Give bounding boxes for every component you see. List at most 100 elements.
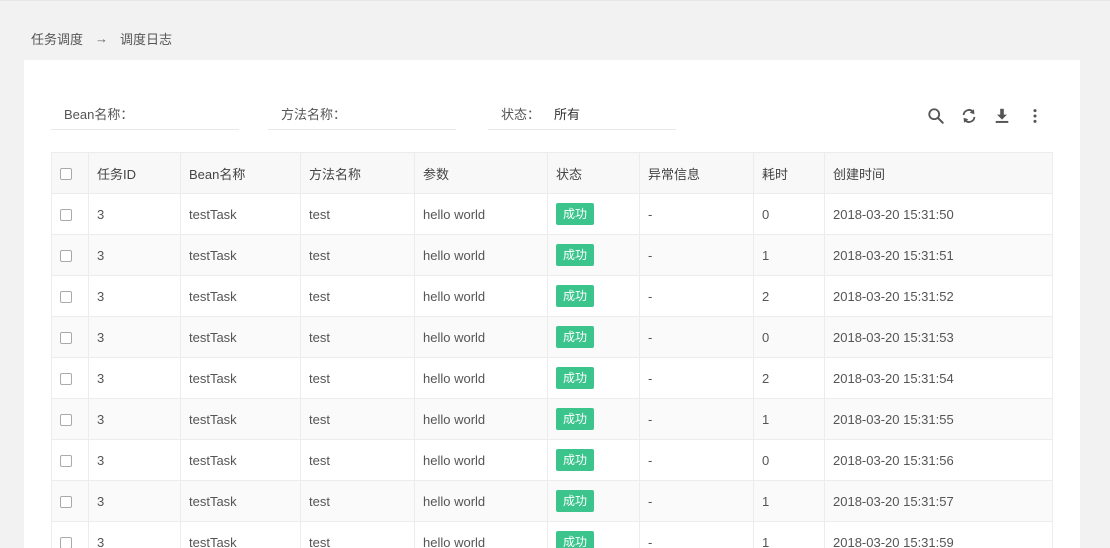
cell-params: hello world — [414, 234, 548, 276]
cell-created: 2018-03-20 15:31:52 — [824, 275, 1053, 317]
cell-method: test — [300, 521, 415, 548]
status-badge: 成功 — [556, 490, 595, 512]
bean-name-filter[interactable]: Bean名称： — [51, 98, 239, 130]
cell-method: test — [300, 398, 415, 440]
cell-status: 成功 — [547, 193, 640, 235]
row-checkbox[interactable] — [60, 209, 72, 222]
content-card: Bean名称： 方法名称： 状态： 所有 任务ID Bean名称 方法名称 参数… — [24, 60, 1080, 548]
status-badge: 成功 — [556, 449, 595, 471]
cell-method: test — [300, 357, 415, 399]
row-checkbox[interactable] — [60, 250, 72, 263]
row-checkbox[interactable] — [60, 496, 72, 509]
table-row: 3 testTask test hello world 成功 - 2 2018-… — [51, 275, 1053, 317]
row-checkbox[interactable] — [60, 455, 72, 468]
status-filter[interactable]: 状态： 所有 — [488, 98, 676, 130]
cell-duration: 1 — [753, 234, 825, 276]
cell-created: 2018-03-20 15:31:59 — [824, 521, 1053, 548]
cell-duration: 0 — [753, 193, 825, 235]
cell-id: 3 — [88, 439, 181, 481]
table-row: 3 testTask test hello world 成功 - 1 2018-… — [51, 234, 1053, 276]
cell-bean: testTask — [180, 275, 301, 317]
download-icon[interactable] — [992, 106, 1011, 125]
status-badge: 成功 — [556, 285, 595, 307]
cell-created: 2018-03-20 15:31:57 — [824, 480, 1053, 522]
cell-id: 3 — [88, 275, 181, 317]
cell-method: test — [300, 234, 415, 276]
search-icon[interactable] — [926, 106, 945, 125]
cell-bean: testTask — [180, 480, 301, 522]
cell-bean: testTask — [180, 316, 301, 358]
cell-method: test — [300, 316, 415, 358]
cell-id: 3 — [88, 521, 181, 548]
cell-bean: testTask — [180, 193, 301, 235]
cell-created: 2018-03-20 15:31:50 — [824, 193, 1053, 235]
cell-id: 3 — [88, 480, 181, 522]
row-select-cell — [51, 398, 89, 440]
row-select-cell — [51, 439, 89, 481]
method-name-filter[interactable]: 方法名称： — [268, 98, 456, 130]
status-badge: 成功 — [556, 531, 595, 548]
cell-error: - — [639, 234, 754, 276]
cell-error: - — [639, 480, 754, 522]
breadcrumb-parent[interactable]: 任务调度 — [31, 29, 83, 48]
more-vertical-icon[interactable] — [1025, 106, 1044, 125]
cell-bean: testTask — [180, 398, 301, 440]
cell-id: 3 — [88, 357, 181, 399]
cell-id: 3 — [88, 193, 181, 235]
cell-bean: testTask — [180, 234, 301, 276]
top-divider — [0, 0, 1110, 1]
cell-id: 3 — [88, 234, 181, 276]
cell-method: test — [300, 480, 415, 522]
cell-created: 2018-03-20 15:31:53 — [824, 316, 1053, 358]
breadcrumb-current: 调度日志 — [120, 32, 173, 47]
table-row: 3 testTask test hello world 成功 - 0 2018-… — [51, 316, 1053, 358]
refresh-icon[interactable] — [959, 106, 978, 125]
cell-error: - — [639, 439, 754, 481]
column-header-id: 任务ID — [88, 152, 181, 194]
cell-bean: testTask — [180, 357, 301, 399]
cell-status: 成功 — [547, 439, 640, 481]
cell-status: 成功 — [547, 398, 640, 440]
cell-error: - — [639, 193, 754, 235]
cell-duration: 1 — [753, 480, 825, 522]
cell-method: test — [300, 275, 415, 317]
status-select[interactable]: 所有 — [554, 104, 580, 123]
cell-created: 2018-03-20 15:31:51 — [824, 234, 1053, 276]
cell-params: hello world — [414, 316, 548, 358]
table-body: 3 testTask test hello world 成功 - 0 2018-… — [51, 193, 1053, 548]
cell-status: 成功 — [547, 521, 640, 548]
table-row: 3 testTask test hello world 成功 - 0 2018-… — [51, 193, 1053, 235]
row-select-cell — [51, 234, 89, 276]
row-select-cell — [51, 275, 89, 317]
cell-id: 3 — [88, 398, 181, 440]
row-checkbox[interactable] — [60, 291, 72, 304]
cell-error: - — [639, 275, 754, 317]
row-select-cell — [51, 521, 89, 548]
select-all-checkbox[interactable] — [60, 168, 72, 181]
cell-bean: testTask — [180, 521, 301, 548]
cell-created: 2018-03-20 15:31:55 — [824, 398, 1053, 440]
table-row: 3 testTask test hello world 成功 - 1 2018-… — [51, 521, 1053, 548]
row-checkbox[interactable] — [60, 414, 72, 427]
cell-status: 成功 — [547, 480, 640, 522]
column-header-status: 状态 — [547, 152, 640, 194]
cell-duration: 1 — [753, 398, 825, 440]
table-row: 3 testTask test hello world 成功 - 2 2018-… — [51, 357, 1053, 399]
column-header-bean: Bean名称 — [180, 152, 301, 194]
cell-status: 成功 — [547, 275, 640, 317]
schedule-log-table: 任务ID Bean名称 方法名称 参数 状态 异常信息 耗时 创建时间 3 te… — [51, 152, 1053, 548]
cell-error: - — [639, 521, 754, 548]
column-header-created: 创建时间 — [824, 152, 1053, 194]
column-header-error: 异常信息 — [639, 152, 754, 194]
row-checkbox[interactable] — [60, 373, 72, 386]
row-select-cell — [51, 316, 89, 358]
cell-error: - — [639, 398, 754, 440]
row-checkbox[interactable] — [60, 332, 72, 345]
breadcrumb-arrow: → — [95, 31, 109, 46]
method-name-label: 方法名称： — [281, 107, 347, 122]
cell-duration: 2 — [753, 275, 825, 317]
table-row: 3 testTask test hello world 成功 - 1 2018-… — [51, 398, 1053, 440]
toolbar — [926, 106, 1044, 125]
row-checkbox[interactable] — [60, 537, 72, 548]
table-row: 3 testTask test hello world 成功 - 0 2018-… — [51, 439, 1053, 481]
